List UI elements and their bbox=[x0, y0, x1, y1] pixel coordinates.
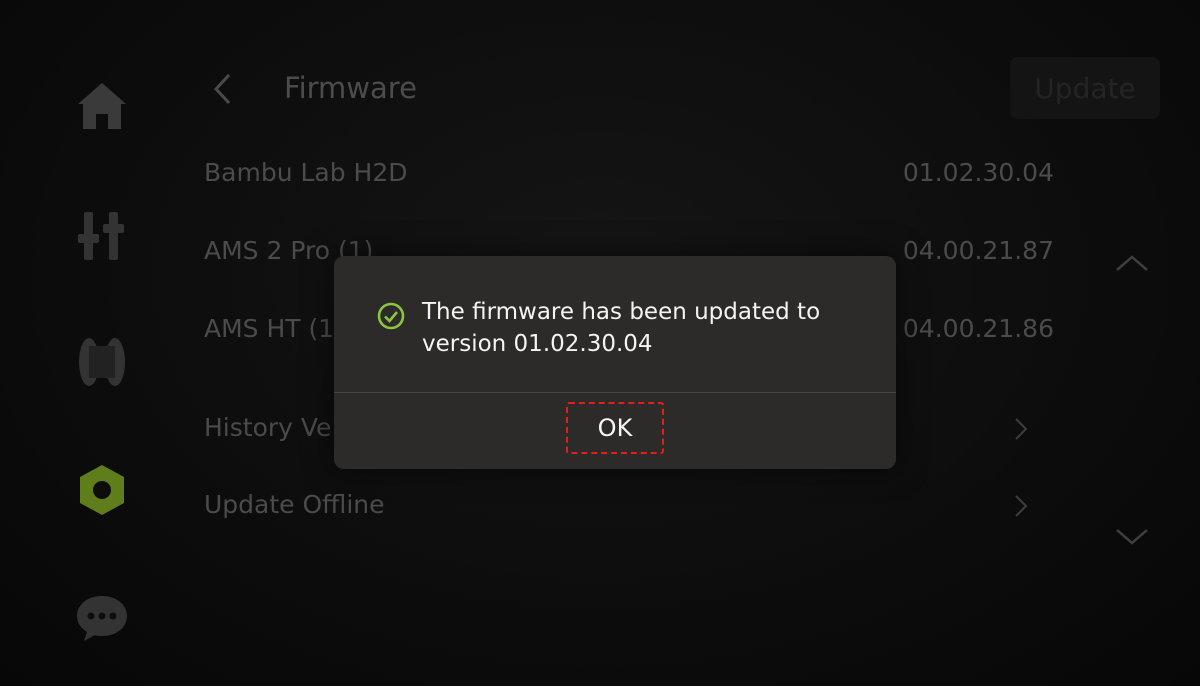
printer-screen: Firmware Update Bambu Lab H2D 01.02.30.0… bbox=[0, 0, 1200, 686]
filament-spool-icon bbox=[79, 338, 125, 386]
dialog-message: The firmware has been updated to version… bbox=[422, 299, 821, 357]
chevron-left-icon bbox=[213, 73, 231, 105]
settings-hexagon-icon bbox=[80, 465, 124, 515]
scroll-up-button[interactable] bbox=[1112, 248, 1152, 278]
device-version: 04.00.21.87 bbox=[902, 236, 1054, 265]
chevron-up-icon bbox=[1116, 255, 1148, 271]
nav-filament[interactable] bbox=[72, 332, 132, 392]
sliders-icon bbox=[78, 212, 124, 260]
device-name: AMS HT (1 bbox=[204, 314, 335, 343]
sidebar bbox=[0, 0, 190, 686]
nav-home[interactable] bbox=[72, 76, 132, 136]
nav-settings[interactable] bbox=[72, 460, 132, 520]
update-button[interactable]: Update bbox=[1010, 57, 1160, 119]
chevron-right-icon bbox=[1015, 418, 1028, 440]
nav-controls[interactable] bbox=[72, 205, 132, 265]
history-versions-label: History Ve bbox=[204, 413, 332, 442]
chat-icon bbox=[77, 596, 127, 641]
dialog-divider bbox=[334, 392, 896, 393]
home-icon bbox=[78, 83, 126, 129]
device-version: 04.00.21.86 bbox=[902, 314, 1054, 343]
device-version: 01.02.30.04 bbox=[902, 158, 1054, 187]
back-button[interactable] bbox=[202, 67, 242, 111]
check-circle-icon bbox=[377, 302, 405, 330]
scroll-down-button[interactable] bbox=[1112, 522, 1152, 552]
firmware-row: Bambu Lab H2D 01.02.30.04 bbox=[204, 148, 1054, 198]
page-title: Firmware bbox=[284, 71, 417, 105]
header: Firmware Update bbox=[190, 55, 1180, 125]
ok-button[interactable]: OK bbox=[566, 402, 664, 454]
chevron-down-icon bbox=[1116, 529, 1148, 545]
update-offline-label: Update Offline bbox=[204, 490, 385, 519]
chevron-right-icon bbox=[1015, 495, 1028, 517]
device-name: Bambu Lab H2D bbox=[204, 158, 408, 187]
update-complete-dialog: The firmware has been updated to version… bbox=[334, 256, 896, 469]
update-offline-row[interactable]: Update Offline bbox=[204, 480, 1044, 530]
nav-chat[interactable] bbox=[72, 588, 132, 648]
